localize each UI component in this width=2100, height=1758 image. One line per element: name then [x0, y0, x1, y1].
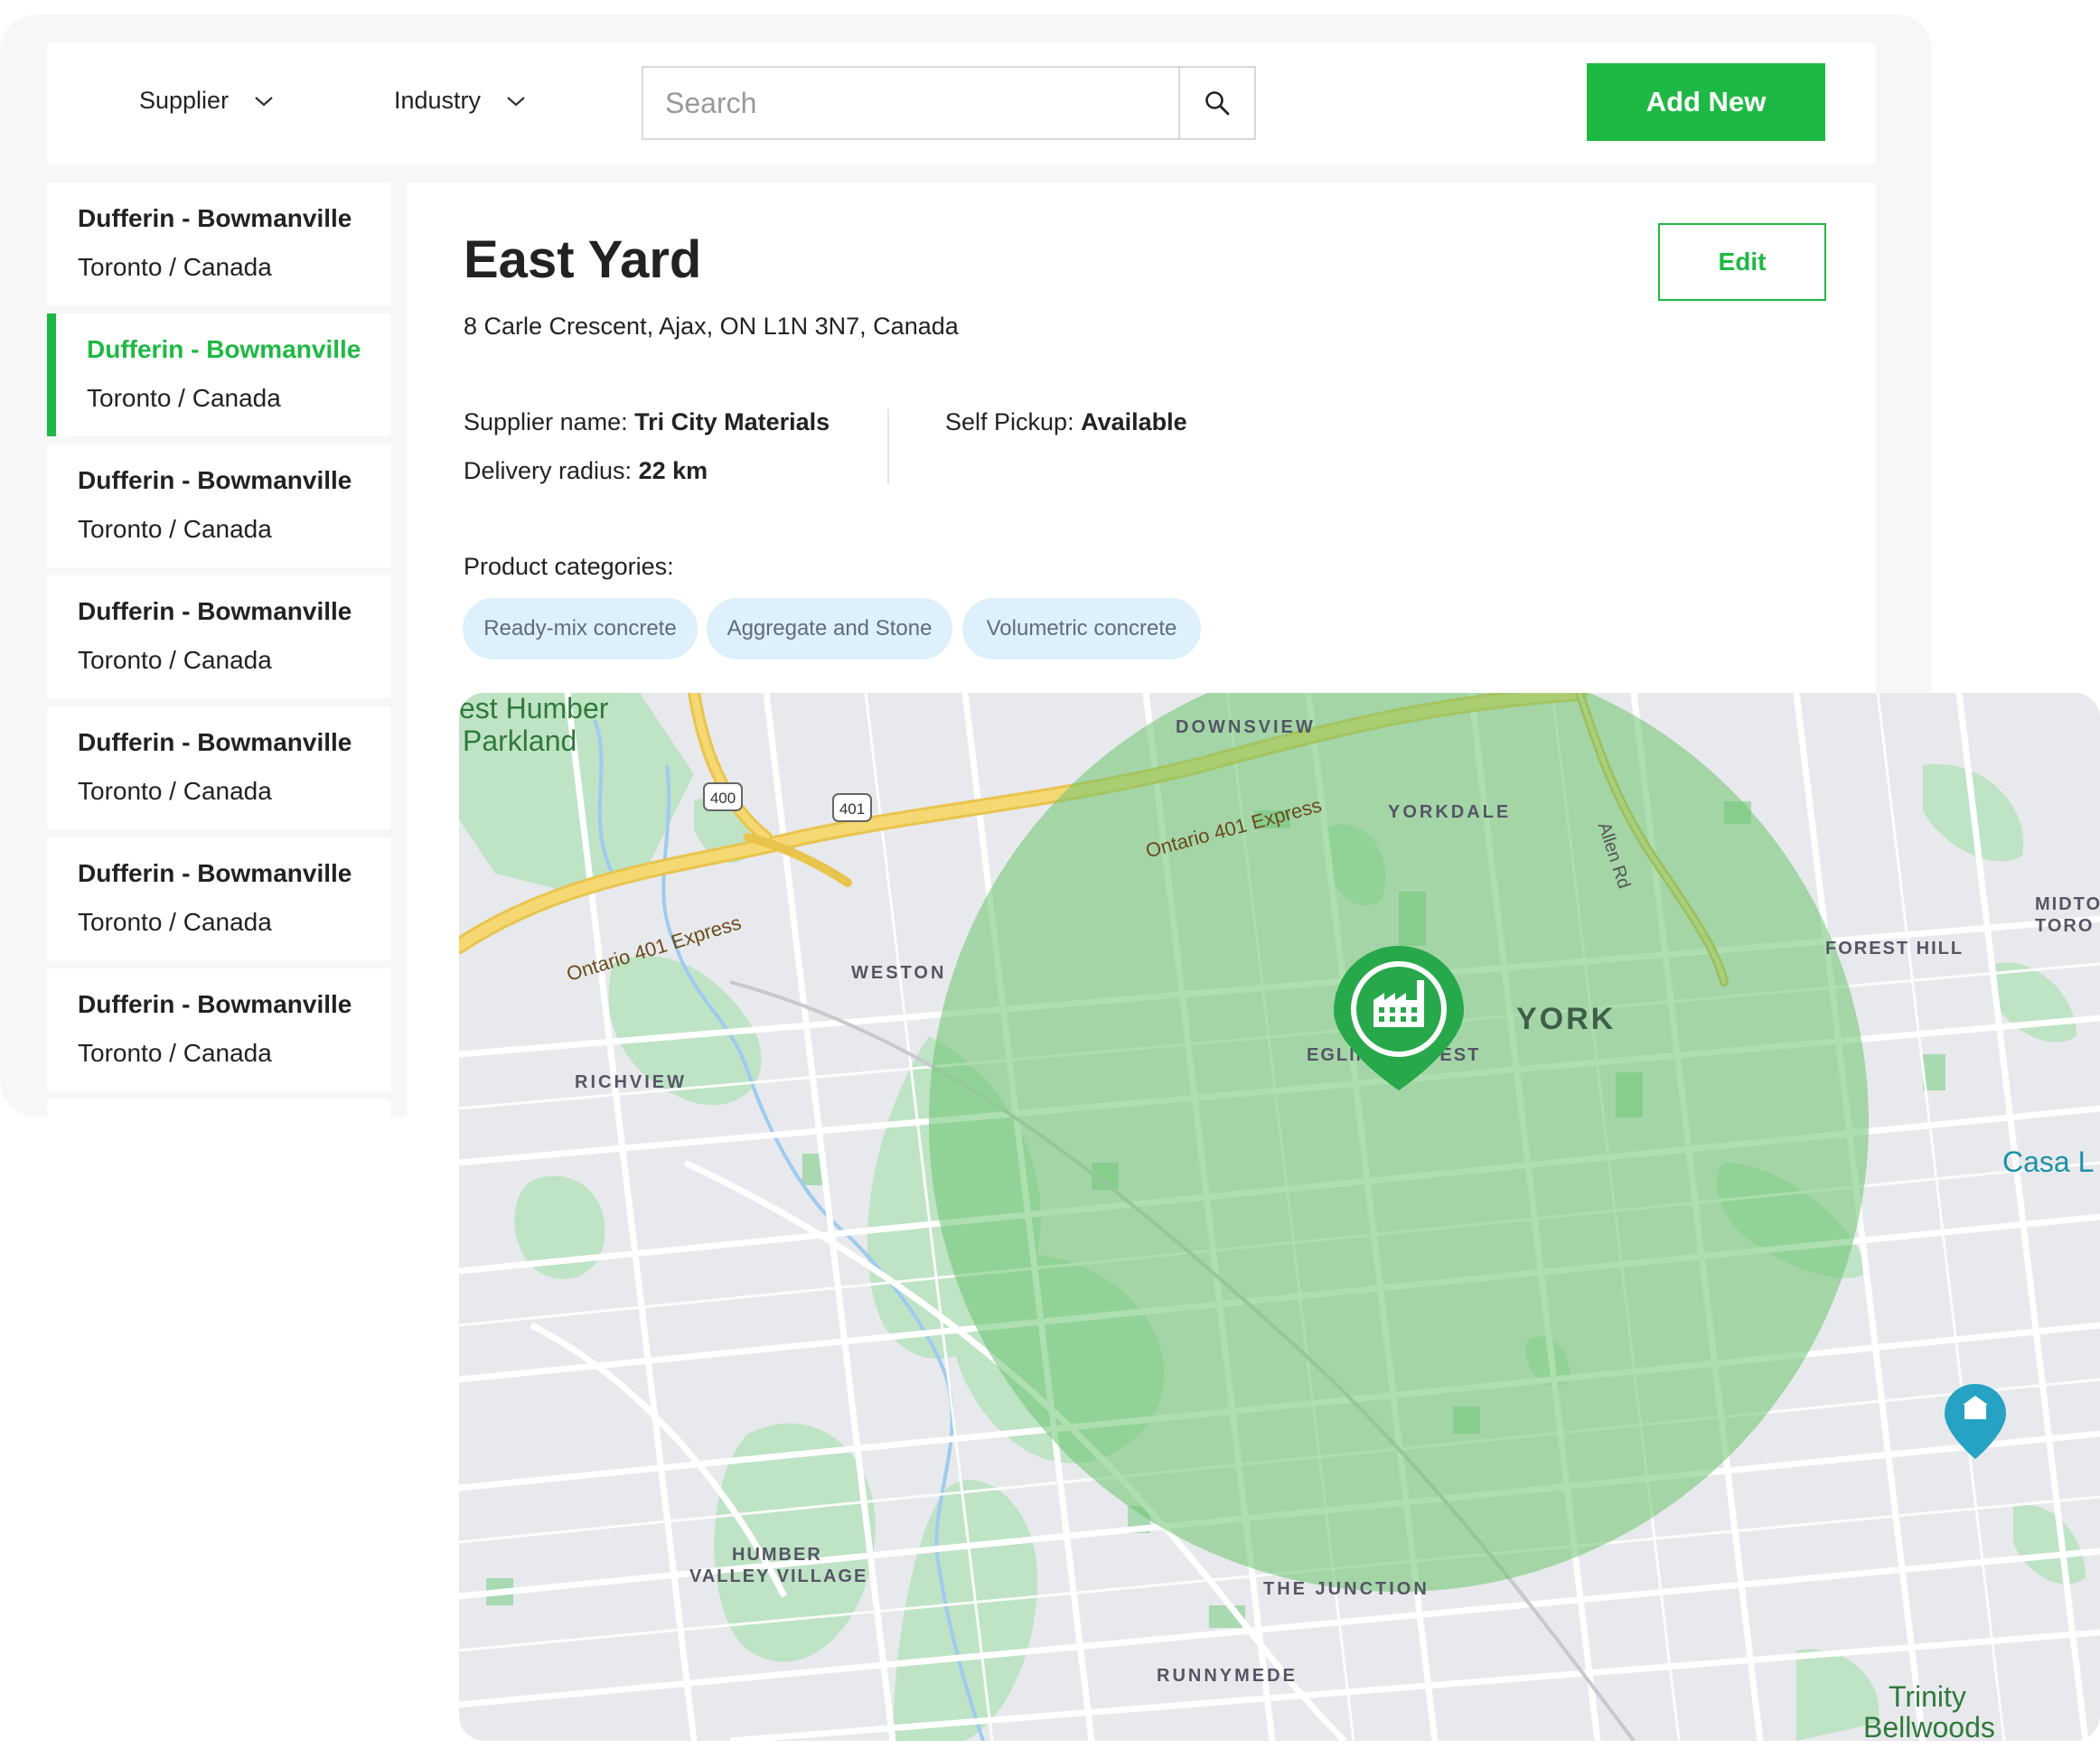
map-label: RUNNYMEDE [1157, 1666, 1298, 1686]
map-label: THE JUNCTION [1263, 1579, 1430, 1599]
location-item-partial [47, 1099, 390, 1117]
map-label: YORK [1516, 1002, 1616, 1036]
industry-dropdown-label: Industry [394, 87, 482, 114]
delivery-radius-circle [929, 693, 1869, 1592]
location-region: Toronto / Canada [78, 1039, 272, 1067]
search-input[interactable] [643, 68, 1186, 138]
location-region: Toronto / Canada [78, 777, 272, 805]
location-name: Dufferin - Bowmanville [78, 990, 352, 1018]
location-name: Dufferin - Bowmanville [78, 859, 352, 887]
location-region: Toronto / Canada [78, 646, 272, 674]
map-label: Bellwoods [1863, 1711, 1995, 1741]
highway-401-label: 401 [839, 800, 865, 818]
location-item[interactable]: Dufferin - Bowmanville Toronto / Canada [47, 706, 390, 829]
location-region: Toronto / Canada [78, 908, 272, 936]
add-new-button[interactable]: Add New [1587, 63, 1825, 141]
map-label: est Humber [459, 693, 609, 725]
map-label: RICHVIEW [575, 1072, 687, 1092]
location-name: Dufferin - Bowmanville [78, 466, 352, 494]
supplier-name-label: Supplier name: [464, 408, 635, 435]
edit-button[interactable]: Edit [1658, 223, 1826, 301]
self-pickup-field: Self Pickup: Available [945, 408, 1187, 436]
supplier-name-value: Tri City Materials [634, 408, 830, 435]
map-label: FOREST HILL [1825, 939, 1964, 958]
location-item-selected[interactable]: Dufferin - Bowmanville Toronto / Canada [47, 313, 390, 436]
industry-dropdown[interactable]: Industry [394, 87, 526, 115]
location-name: Dufferin - Bowmanville [78, 597, 352, 625]
supplier-dropdown-label: Supplier [139, 87, 230, 114]
location-item[interactable]: Dufferin - Bowmanville Toronto / Canada [47, 444, 390, 567]
map-label: YORKDALE [1388, 802, 1511, 822]
location-region: Toronto / Canada [87, 384, 281, 412]
location-item[interactable]: Dufferin - Bowmanville Toronto / Canada [47, 182, 390, 305]
delivery-map[interactable]: 400 401 est Humber Parkland DOWNSVIEW YO… [459, 693, 2100, 1741]
search-button[interactable] [1178, 68, 1254, 138]
map-label: Trinity [1889, 1680, 1966, 1713]
location-item[interactable]: Dufferin - Bowmanville Toronto / Canada [47, 837, 390, 960]
location-name: Dufferin - Bowmanville [87, 335, 361, 363]
location-name: Dufferin - Bowmanville [78, 204, 352, 232]
supplier-name-field: Supplier name: Tri City Materials [464, 408, 830, 436]
search-box [642, 66, 1256, 140]
map-label: Casa L [2002, 1146, 2094, 1178]
self-pickup-value: Available [1081, 408, 1187, 435]
map-label: Parkland [463, 725, 577, 757]
category-chip[interactable]: Volumetric concrete [962, 598, 1201, 659]
map-label: VALLEY VILLAGE [689, 1566, 867, 1586]
address-text: 8 Carle Crescent, Ajax, ON L1N 3N7, Cana… [464, 313, 959, 340]
map-label: WESTON [851, 963, 946, 983]
chevron-down-icon [255, 96, 273, 106]
delivery-radius-label: Delivery radius: [464, 457, 639, 484]
search-icon [1205, 91, 1230, 116]
category-chip[interactable]: Aggregate and Stone [707, 598, 952, 659]
chevron-down-icon [507, 96, 525, 106]
location-item[interactable]: Dufferin - Bowmanville Toronto / Canada [47, 968, 390, 1091]
map-label: TORO [2035, 916, 2094, 936]
self-pickup-label: Self Pickup: [945, 408, 1082, 435]
map-canvas: 400 401 est Humber Parkland DOWNSVIEW YO… [459, 693, 2100, 1741]
map-label: HUMBER [732, 1545, 822, 1565]
map-label: DOWNSVIEW [1176, 717, 1316, 737]
product-categories-label: Product categories: [464, 553, 674, 580]
location-name: Dufferin - Bowmanville [78, 728, 352, 756]
category-chip[interactable]: Ready-mix concrete [463, 598, 698, 659]
location-region: Toronto / Canada [78, 253, 272, 281]
highway-400-label: 400 [710, 790, 736, 807]
delivery-radius-field: Delivery radius: 22 km [464, 457, 708, 485]
map-label: MIDTO [2035, 894, 2100, 914]
location-item[interactable]: Dufferin - Bowmanville Toronto / Canada [47, 575, 390, 698]
page-title: East Yard [464, 230, 702, 289]
field-divider [887, 408, 889, 484]
location-region: Toronto / Canada [78, 515, 272, 543]
supplier-dropdown[interactable]: Supplier [139, 87, 274, 115]
delivery-radius-value: 22 km [638, 457, 708, 484]
